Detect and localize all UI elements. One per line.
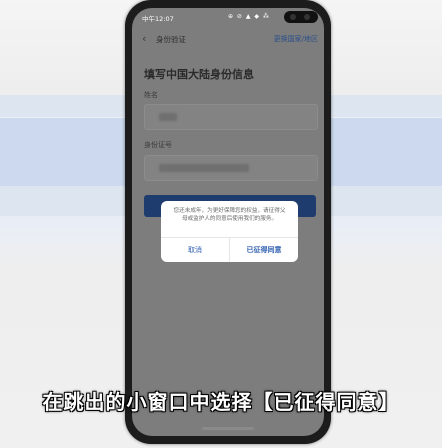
camera-lens-icon — [290, 14, 296, 20]
name-label: 姓名 — [144, 91, 158, 99]
cancel-button[interactable]: 取消 — [161, 238, 229, 262]
phone-frame: 中午12:07 ⊕ ⊘ ▲ ◆ ⁂ ‹ 身份验证 更换国家/地区 填写中国大陆身… — [125, 0, 331, 444]
status-bar: 中午12:07 ⊕ ⊘ ▲ ◆ ⁂ — [132, 8, 324, 26]
camera-cutout — [284, 11, 318, 23]
name-field[interactable] — [144, 104, 318, 130]
camera-lens-icon — [304, 14, 310, 20]
blurred-value — [159, 113, 177, 121]
agree-button[interactable]: 已征得同意 — [230, 238, 298, 262]
id-number-field[interactable] — [144, 155, 318, 181]
status-icons: ⊕ ⊘ ▲ ◆ ⁂ — [228, 13, 270, 20]
home-indicator[interactable] — [202, 427, 254, 430]
phone-screen: 中午12:07 ⊕ ⊘ ▲ ◆ ⁂ ‹ 身份验证 更换国家/地区 填写中国大陆身… — [132, 8, 324, 436]
form-heading: 填写中国大陆身份信息 — [144, 68, 254, 81]
change-region-link[interactable]: 更换国家/地区 — [274, 34, 318, 44]
consent-dialog: 您还未成年，为更好保障您的权益，请征得父母或监护人的同意后使用我们的服务。 取消… — [161, 201, 298, 262]
dialog-message: 您还未成年，为更好保障您的权益，请征得父母或监护人的同意后使用我们的服务。 — [173, 208, 286, 222]
video-caption: 在跳出的小窗口中选择【已征得同意】 — [42, 390, 400, 414]
id-number-label: 身份证号 — [144, 141, 172, 149]
back-arrow-icon[interactable]: ‹ — [142, 32, 146, 45]
blurred-value — [159, 164, 249, 172]
app-bar: ‹ 身份验证 更换国家/地区 — [132, 30, 324, 48]
page-title: 身份验证 — [156, 35, 186, 44]
status-time: 中午12:07 — [142, 15, 174, 23]
